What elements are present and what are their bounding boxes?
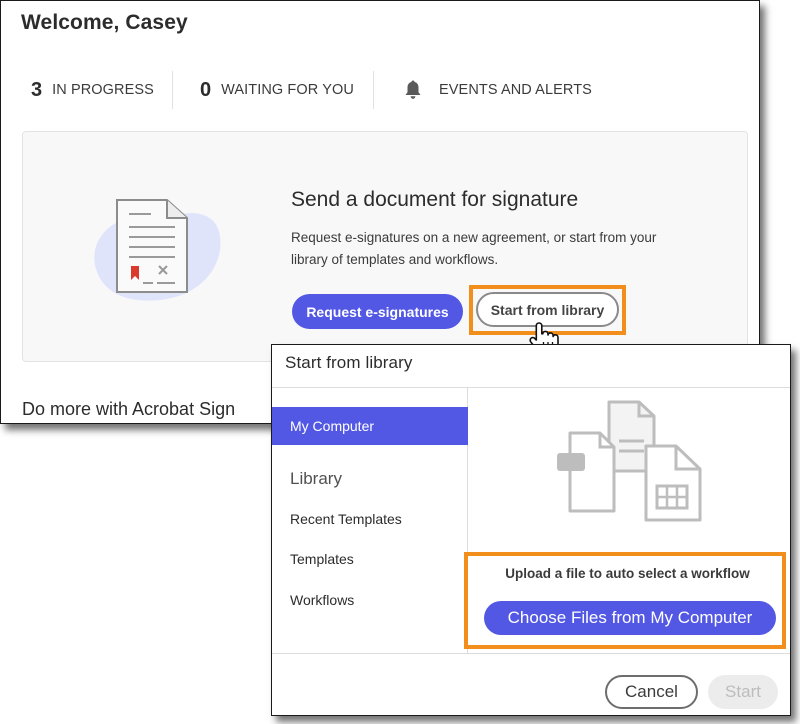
choose-files-button[interactable]: Choose Files from My Computer xyxy=(484,601,776,635)
document-signature-illustration xyxy=(94,199,221,301)
events-label: EVENTS AND ALERTS xyxy=(439,82,592,98)
card-title: Send a document for signature xyxy=(291,188,579,211)
nav-item-templates[interactable]: Templates xyxy=(290,551,354,567)
nav-heading-library: Library xyxy=(290,469,342,488)
dialog-divider xyxy=(272,653,790,654)
stat-divider xyxy=(373,71,374,109)
in-progress-label: IN PROGRESS xyxy=(52,82,154,98)
stat-in-progress[interactable]: 3 IN PROGRESS xyxy=(31,69,154,111)
waiting-label: WAITING FOR YOU xyxy=(221,82,354,98)
bell-icon xyxy=(405,80,421,99)
welcome-heading: Welcome, Casey xyxy=(21,11,188,34)
dialog-divider xyxy=(272,387,790,388)
start-from-library-dialog: Start from library My Computer Library R… xyxy=(271,344,791,716)
send-document-card: Send a document for signature Request e-… xyxy=(22,131,748,362)
start-button: Start xyxy=(708,675,778,709)
files-upload-illustration xyxy=(557,400,702,522)
nav-item-workflows[interactable]: Workflows xyxy=(290,592,354,608)
card-description: Request e-signatures on a new agreement,… xyxy=(291,230,657,267)
nav-item-recent-templates[interactable]: Recent Templates xyxy=(290,511,402,527)
cancel-button[interactable]: Cancel xyxy=(605,675,698,709)
waiting-count: 0 xyxy=(200,78,212,101)
stat-waiting-for-you[interactable]: 0 WAITING FOR YOU xyxy=(200,69,354,111)
stat-divider xyxy=(172,71,173,109)
in-progress-count: 3 xyxy=(31,78,43,101)
request-e-signatures-button[interactable]: Request e-signatures xyxy=(292,294,463,329)
upload-hint: Upload a file to auto select a workflow xyxy=(505,566,750,581)
stat-events-and-alerts[interactable]: EVENTS AND ALERTS xyxy=(403,69,592,111)
nav-item-my-computer[interactable]: My Computer xyxy=(272,407,468,445)
do-more-heading: Do more with Acrobat Sign xyxy=(22,399,236,419)
stats-bar: 3 IN PROGRESS 0 WAITING FOR YOU EVENTS A… xyxy=(1,69,759,111)
dialog-title: Start from library xyxy=(285,353,413,372)
